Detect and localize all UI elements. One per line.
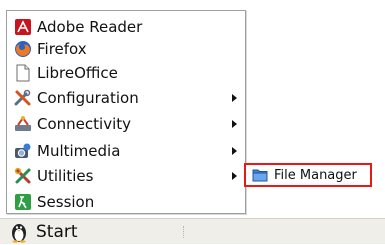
menu-item-connectivity[interactable]: Connectivity bbox=[9, 112, 245, 136]
menu-item-label: Firefox bbox=[37, 40, 87, 58]
submenu-item-label: File Manager bbox=[274, 167, 357, 183]
submenu-arrow-icon bbox=[232, 147, 237, 155]
menu-item-label: Session bbox=[37, 193, 95, 211]
utilities-icon bbox=[14, 167, 31, 184]
taskbar: Start bbox=[0, 218, 385, 244]
menu-item-configuration[interactable]: Configuration bbox=[9, 86, 245, 110]
adobe-reader-icon bbox=[15, 19, 31, 35]
menu-item-label: Connectivity bbox=[37, 115, 131, 133]
menu-item-firefox[interactable]: Firefox bbox=[9, 37, 245, 61]
menu-item-session[interactable]: Session bbox=[9, 190, 245, 214]
start-menu: Adobe Reader Firefox LibreOffice Configu… bbox=[6, 10, 246, 214]
firefox-icon bbox=[15, 41, 31, 57]
menu-item-label: LibreOffice bbox=[37, 64, 118, 82]
menu-item-label: Utilities bbox=[37, 167, 94, 185]
submenu-arrow-icon bbox=[232, 120, 237, 128]
penguin-icon bbox=[12, 224, 26, 243]
submenu-arrow-icon bbox=[232, 172, 237, 180]
menu-item-libreoffice[interactable]: LibreOffice bbox=[9, 61, 245, 85]
menu-item-adobe-reader[interactable]: Adobe Reader bbox=[9, 15, 245, 39]
menu-item-label: Configuration bbox=[37, 89, 139, 107]
menu-item-multimedia[interactable]: Multimedia bbox=[9, 139, 245, 163]
menu-item-label: Adobe Reader bbox=[37, 18, 143, 36]
tools-icon bbox=[14, 89, 31, 106]
taskbar-grip[interactable] bbox=[183, 226, 187, 238]
menu-item-label: Multimedia bbox=[37, 142, 121, 160]
utilities-submenu-item-file-manager[interactable]: File Manager bbox=[244, 163, 372, 187]
libreoffice-icon bbox=[16, 64, 30, 82]
folder-icon bbox=[252, 169, 268, 182]
start-button[interactable]: Start bbox=[8, 219, 78, 245]
menu-item-utilities[interactable]: Utilities bbox=[9, 164, 245, 188]
session-icon bbox=[15, 194, 31, 210]
connectivity-icon bbox=[15, 116, 31, 131]
submenu-arrow-icon bbox=[232, 94, 237, 102]
multimedia-icon bbox=[15, 143, 31, 158]
start-label: Start bbox=[36, 222, 78, 242]
